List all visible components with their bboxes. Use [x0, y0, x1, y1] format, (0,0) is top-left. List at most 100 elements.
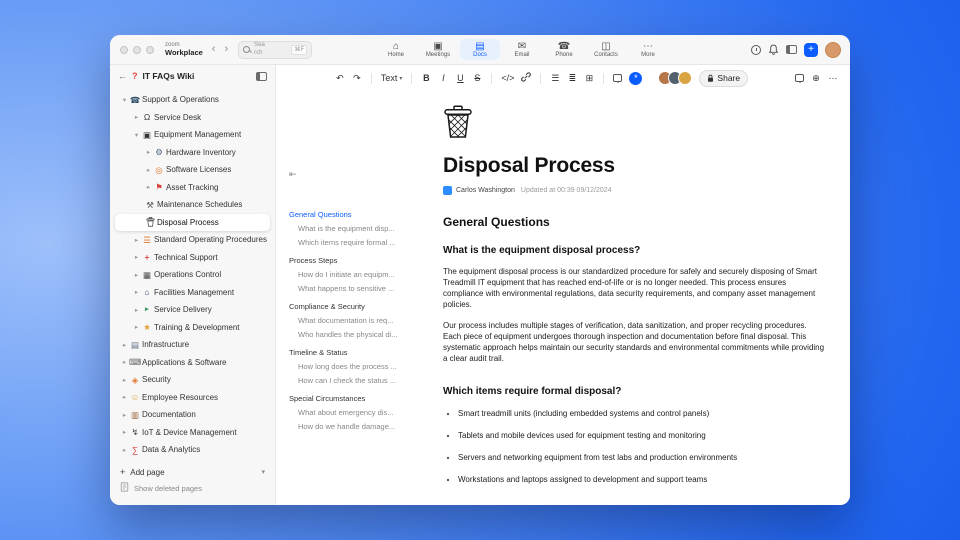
tab-home[interactable]: ⌂ Home [376, 39, 416, 60]
link-button[interactable] [521, 72, 532, 84]
text-style-dropdown[interactable]: Text ▾ [381, 73, 403, 83]
bullet-item[interactable]: Workstations and laptops assigned to dev… [458, 475, 825, 485]
question-heading[interactable]: Which items require formal disposal? [443, 386, 825, 397]
paragraph[interactable]: Our process includes multiple stages of … [443, 320, 825, 364]
tab-meetings[interactable]: ▣ Meetings [418, 39, 458, 60]
tab-more[interactable]: ⋯ More [628, 39, 668, 60]
sidebar-item-equipment-management[interactable]: ▾ ▣ Equipment Management [115, 126, 270, 144]
redo-icon[interactable]: ↷ [352, 73, 362, 83]
minimize-window-button[interactable] [133, 45, 141, 54]
user-avatar[interactable] [825, 41, 841, 58]
chevron-right-icon[interactable]: ▸ [120, 376, 129, 384]
toc-item[interactable]: How do we handle damage... [289, 422, 423, 431]
sidebar-item-data-analytics[interactable]: ▸ ∑ Data & Analytics [115, 441, 270, 459]
sidebar-item-asset-tracking[interactable]: ▸ ⚑ Asset Tracking [115, 179, 270, 197]
sidebar-item-maintenance-schedules[interactable]: ⚒ Maintenance Schedules [115, 196, 270, 214]
language-globe-icon[interactable]: ⊕ [811, 73, 821, 83]
chevron-right-icon[interactable]: ▸ [132, 271, 141, 279]
toc-section-special-circumstances[interactable]: Special Circumstances [289, 394, 423, 403]
chevron-down-icon[interactable]: ▾ [132, 131, 141, 139]
chevron-right-icon[interactable]: ▸ [120, 428, 129, 436]
chevron-right-icon[interactable]: ▸ [144, 166, 153, 174]
chevron-right-icon[interactable]: ▸ [120, 341, 129, 349]
tab-email[interactable]: ✉ Email [502, 39, 542, 60]
sidebar-item-software-licenses[interactable]: ▸ ◎ Software Licenses [115, 161, 270, 179]
toc-item[interactable]: Which items require formal ... [289, 238, 423, 247]
ai-companion-icon[interactable]: * [629, 71, 643, 85]
sidebar-item-training-development[interactable]: ▸ ★ Training & Development [115, 319, 270, 337]
sidebar-item-security[interactable]: ▸ ◈ Security [115, 371, 270, 389]
chevron-right-icon[interactable]: ▸ [144, 148, 153, 156]
sidebar-item-hardware-inventory[interactable]: ▸ ⚙ Hardware Inventory [115, 144, 270, 162]
new-item-button[interactable]: + [804, 42, 818, 57]
chevron-right-icon[interactable]: ▸ [120, 446, 129, 454]
tab-docs[interactable]: ▤ Docs [460, 39, 500, 60]
toc-item[interactable]: What documentation is req... [289, 316, 423, 325]
chevron-right-icon[interactable]: ▸ [132, 236, 141, 244]
insert-table-button[interactable]: ⊞ [584, 73, 594, 83]
bullet-list-button[interactable]: ☰ [550, 73, 560, 83]
toc-item[interactable]: What happens to sensitive ... [289, 284, 423, 293]
side-panel-toggle-icon[interactable] [786, 45, 797, 54]
sidebar-item-disposal-process[interactable]: Disposal Process [115, 213, 270, 231]
close-window-button[interactable] [120, 45, 128, 54]
question-heading[interactable]: What is the equipment disposal process? [443, 245, 825, 256]
toc-item[interactable]: What about emergency dis... [289, 408, 423, 417]
chevron-right-icon[interactable]: ▸ [120, 358, 129, 366]
bullet-item[interactable]: Tablets and mobile devices used for equi… [458, 431, 825, 441]
page-title[interactable]: Disposal Process [443, 154, 825, 178]
toc-item[interactable]: Who handles the physical di... [289, 330, 423, 339]
comments-panel-icon[interactable] [794, 74, 804, 83]
toc-section-process-steps[interactable]: Process Steps [289, 256, 423, 265]
italic-button[interactable]: I [438, 73, 448, 83]
sidebar-item-technical-support[interactable]: ▸ + Technical Support [115, 249, 270, 267]
back-arrow-icon[interactable]: ← [118, 71, 127, 81]
sidebar-item-support-operations[interactable]: ▾ ☎ Support & Operations [115, 91, 270, 109]
sidebar-item-iot-device-management[interactable]: ▸ ↯ IoT & Device Management [115, 424, 270, 442]
chevron-right-icon[interactable]: ▸ [132, 253, 141, 261]
collapse-outline-icon[interactable]: ⇤ [289, 169, 423, 180]
underline-button[interactable]: U [455, 73, 465, 83]
sidebar-item-service-delivery[interactable]: ▸ ► Service Delivery [115, 301, 270, 319]
toc-item[interactable]: How long does the process ... [289, 362, 423, 371]
add-page-button[interactable]: + Add page ▾ [120, 464, 265, 480]
history-icon[interactable] [751, 44, 761, 55]
sidebar-item-employee-resources[interactable]: ▸ ☺ Employee Resources [115, 389, 270, 407]
toc-item[interactable]: How do I initiate an equipm... [289, 270, 423, 279]
chevron-down-icon[interactable]: ▾ [261, 468, 265, 476]
bullet-item[interactable]: Servers and networking equipment from te… [458, 453, 825, 463]
code-button[interactable]: </> [501, 73, 514, 83]
nav-forward-icon[interactable]: › [224, 44, 228, 55]
chevron-right-icon[interactable]: ▸ [144, 183, 153, 191]
nav-back-icon[interactable]: ‹ [212, 44, 216, 55]
document-body[interactable]: Disposal Process Carlos Washington Updat… [443, 91, 825, 485]
add-comment-icon[interactable] [613, 74, 623, 83]
sidebar-item-infrastructure[interactable]: ▸ ▤ Infrastructure [115, 336, 270, 354]
chevron-down-icon[interactable]: ▾ [120, 96, 129, 104]
bullet-item[interactable]: Smart treadmill units (including embedde… [458, 409, 825, 419]
toc-section-compliance-security[interactable]: Compliance & Security [289, 302, 423, 311]
share-button[interactable]: Share [699, 69, 749, 87]
show-deleted-pages-button[interactable]: Show deleted pages [120, 480, 265, 496]
sidebar-item-facilities-management[interactable]: ▸ ⌂ Facilities Management [115, 284, 270, 302]
tab-phone[interactable]: ☎ Phone [544, 39, 584, 60]
chevron-right-icon[interactable]: ▸ [120, 393, 129, 401]
collapse-sidebar-icon[interactable] [256, 71, 267, 81]
chevron-right-icon[interactable]: ▸ [132, 288, 141, 296]
bold-button[interactable]: B [421, 73, 431, 83]
sidebar-item-applications-software[interactable]: ▸ ⌨ Applications & Software [115, 354, 270, 372]
strikethrough-button[interactable]: S [472, 73, 482, 83]
maximize-window-button[interactable] [146, 45, 154, 54]
document-emoji-trash-icon[interactable] [443, 105, 825, 144]
numbered-list-button[interactable]: ≣ [567, 73, 577, 83]
collaborator-avatar[interactable] [678, 71, 693, 85]
sidebar-item-documentation[interactable]: ▸ ▥ Documentation [115, 406, 270, 424]
paragraph[interactable]: The equipment disposal process is our st… [443, 266, 825, 310]
sidebar-item-standard-operating-procedures[interactable]: ▸ ☰ Standard Operating Procedures [115, 231, 270, 249]
toc-item[interactable]: What is the equipment disp... [289, 224, 423, 233]
chevron-right-icon[interactable]: ▸ [120, 411, 129, 419]
tab-contacts[interactable]: ◫ Contacts [586, 39, 626, 60]
toc-item[interactable]: How can I check the status ... [289, 376, 423, 385]
sidebar-item-operations-control[interactable]: ▸ ▦ Operations Control [115, 266, 270, 284]
sidebar-item-service-desk[interactable]: ▸ Ω Service Desk [115, 109, 270, 127]
